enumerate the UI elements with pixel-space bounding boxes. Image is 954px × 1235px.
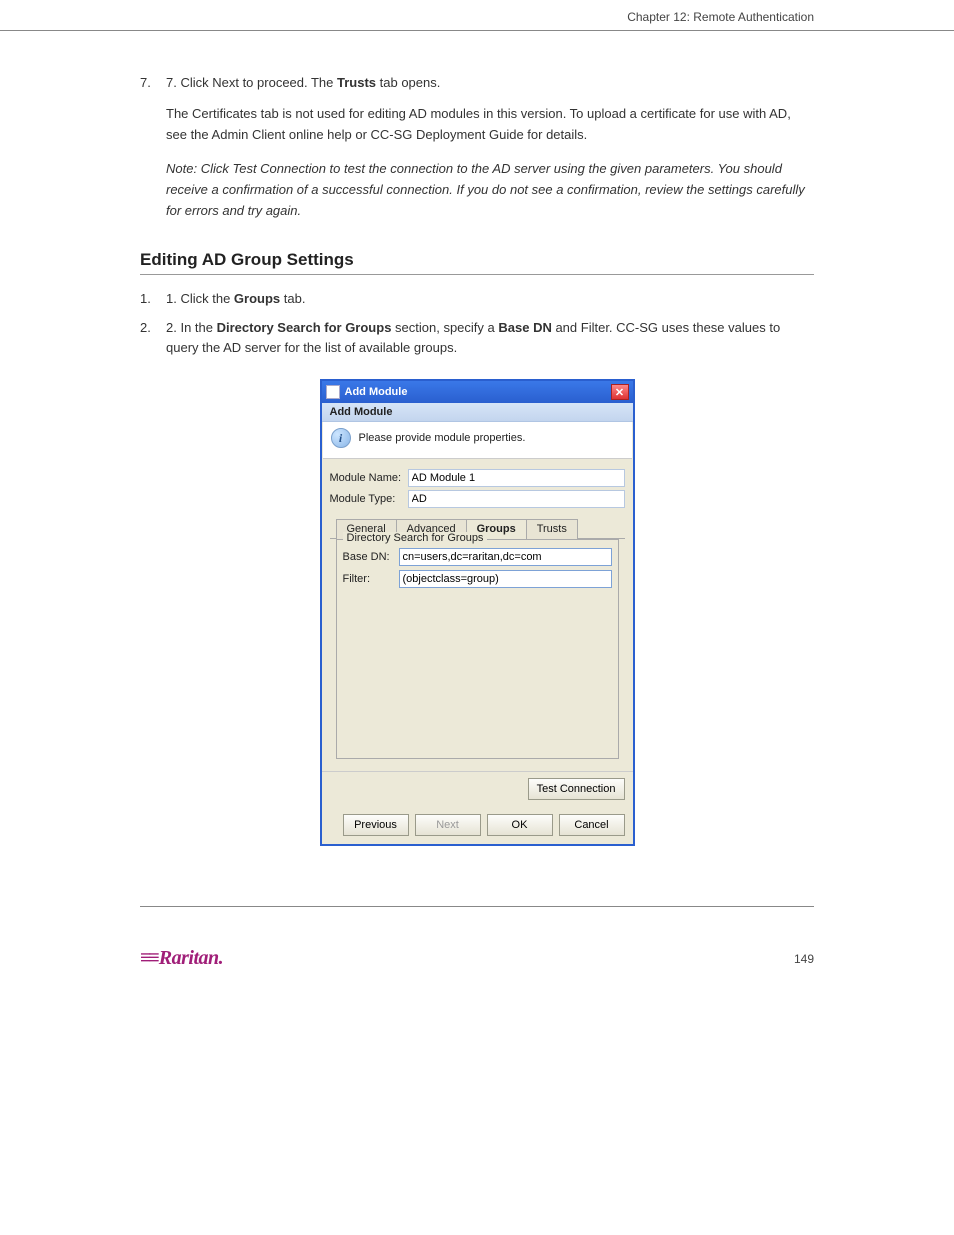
trusts-bold: Trusts [337,75,376,90]
module-type-row: Module Type: [330,490,625,508]
raritan-logo: ≡≡ Raritan. [140,947,223,970]
dialog-title: Add Module [345,386,408,398]
module-name-label: Module Name: [330,472,408,484]
note-body: Click Test Connection to test the connec… [166,161,805,218]
previous-button[interactable]: Previous [343,814,409,836]
logo-mark-icon: ≡≡ [140,947,157,970]
note-paragraph: Note: Click Test Connection to test the … [166,159,814,221]
test-connection-row: Test Connection [322,771,633,806]
close-icon: ✕ [615,386,624,399]
logo-text: Raritan. [159,947,223,970]
groups-bold: Groups [234,291,280,306]
text-fragment: tab opens. [376,75,440,90]
module-name-row: Module Name: [330,469,625,487]
dialog-app-icon [326,385,340,399]
wizard-buttons: Previous Next OK Cancel [322,806,633,844]
dsg-bold: Directory Search for Groups [217,320,392,335]
dialog-body: Module Name: Module Type: General Advanc… [322,459,633,771]
page-footer: ≡≡ Raritan. 149 [0,947,954,970]
directory-search-groupbox: Directory Search for Groups Base DN: Fil… [336,539,619,759]
chapter-label: Chapter 12: Remote Authentication [627,10,814,24]
base-dn-row: Base DN: [343,548,612,566]
basedn-bold: Base DN [498,320,551,335]
dialog-info-row: i Please provide module properties. [323,422,632,459]
tab-trusts[interactable]: Trusts [526,519,578,539]
text-fragment: 1. Click the [166,291,234,306]
test-connection-button[interactable]: Test Connection [528,778,625,800]
page-content: 7. 7. Click Next to proceed. The Trusts … [0,43,954,906]
text-fragment: section, specify a [391,320,498,335]
footer-rule [140,906,814,907]
cancel-button[interactable]: Cancel [559,814,625,836]
filter-row: Filter: [343,570,612,588]
filter-label: Filter: [343,573,399,585]
base-dn-label: Base DN: [343,551,399,563]
dialog-titlebar: Add Module ✕ [322,381,633,403]
step-number: 7. [140,73,151,94]
ok-button[interactable]: OK [487,814,553,836]
step-1: 1. 1. Click the Groups tab. [140,289,814,310]
chapter-header: Chapter 12: Remote Authentication [0,0,954,31]
text-fragment: 2. In the [166,320,217,335]
section-heading: Editing AD Group Settings [140,250,814,275]
next-button: Next [415,814,481,836]
module-type-input[interactable] [408,490,625,508]
step-number: 1. [140,289,151,310]
filter-input[interactable] [399,570,612,588]
step-7: 7. 7. Click Next to proceed. The Trusts … [140,73,814,94]
dialog-info-text: Please provide module properties. [359,432,526,444]
close-button[interactable]: ✕ [611,384,629,400]
step-number: 2. [140,318,151,339]
note-label: Note: [166,161,201,176]
add-module-dialog: Add Module ✕ Add Module i Please provide… [320,379,635,846]
module-name-input[interactable] [408,469,625,487]
module-type-label: Module Type: [330,493,408,505]
cert-tab-paragraph: The Certificates tab is not used for edi… [166,104,814,146]
groupbox-title: Directory Search for Groups [343,532,488,544]
step-2: 2. 2. In the Directory Search for Groups… [140,318,814,360]
base-dn-input[interactable] [399,548,612,566]
info-icon: i [331,428,351,448]
text-fragment: tab. [280,291,305,306]
dialog-subtitle: Add Module [322,403,633,422]
text-fragment: 7. Click Next to proceed. The [166,75,337,90]
page-number: 149 [794,952,814,966]
